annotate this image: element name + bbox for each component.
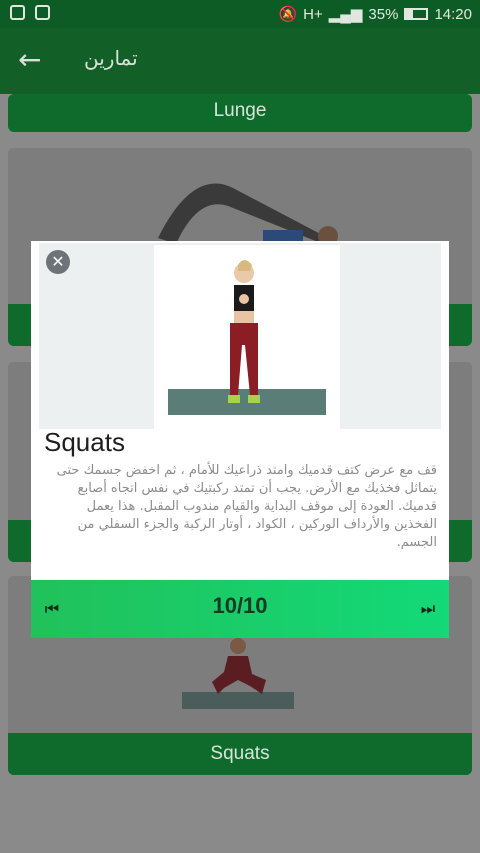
battery-icon [404,8,429,20]
exercise-counter: 10/10 [212,593,268,618]
skip-next-icon[interactable]: ⏭ [417,598,439,620]
status-indicators: 🔕 H+ ▂▄▆ 35% 14:20 [278,5,472,24]
dialog-footer: ⏮ 10/10 ⏭ [31,580,449,638]
card-label: Lunge [8,94,472,132]
card-label: Squats [8,733,472,775]
mute-icon: 🔕 [278,6,298,23]
image-icon [35,5,50,20]
signal-icon: ▂▄▆ [328,6,363,23]
network-type: H+ [303,5,323,23]
clock: 14:20 [434,5,472,23]
app-bar: ← تمارين [0,28,480,94]
squat-pose-illustration [228,260,260,403]
status-bar: 🔕 H+ ▂▄▆ 35% 14:20 [0,0,480,28]
notification-icons [10,5,50,20]
battery-percent: 35% [368,5,399,23]
exercise-image-frame [39,243,441,431]
battery-level [406,10,414,18]
exercise-image [154,245,340,431]
exercise-title: Squats [44,427,125,457]
exercise-card[interactable]: Lunge [8,94,472,132]
exercise-description: قف مع عرض كتف قدميك وامتد ذراعيك للأمام … [56,463,437,550]
page-title: تمارين [84,46,138,70]
close-icon[interactable]: ✕ [46,250,70,274]
exercise-dialog: ✕ Squats قف مع عرض كتف قدميك وامتد ذراعي… [31,241,449,638]
instagram-icon [10,5,25,20]
back-arrow-icon[interactable]: ← [18,44,50,76]
